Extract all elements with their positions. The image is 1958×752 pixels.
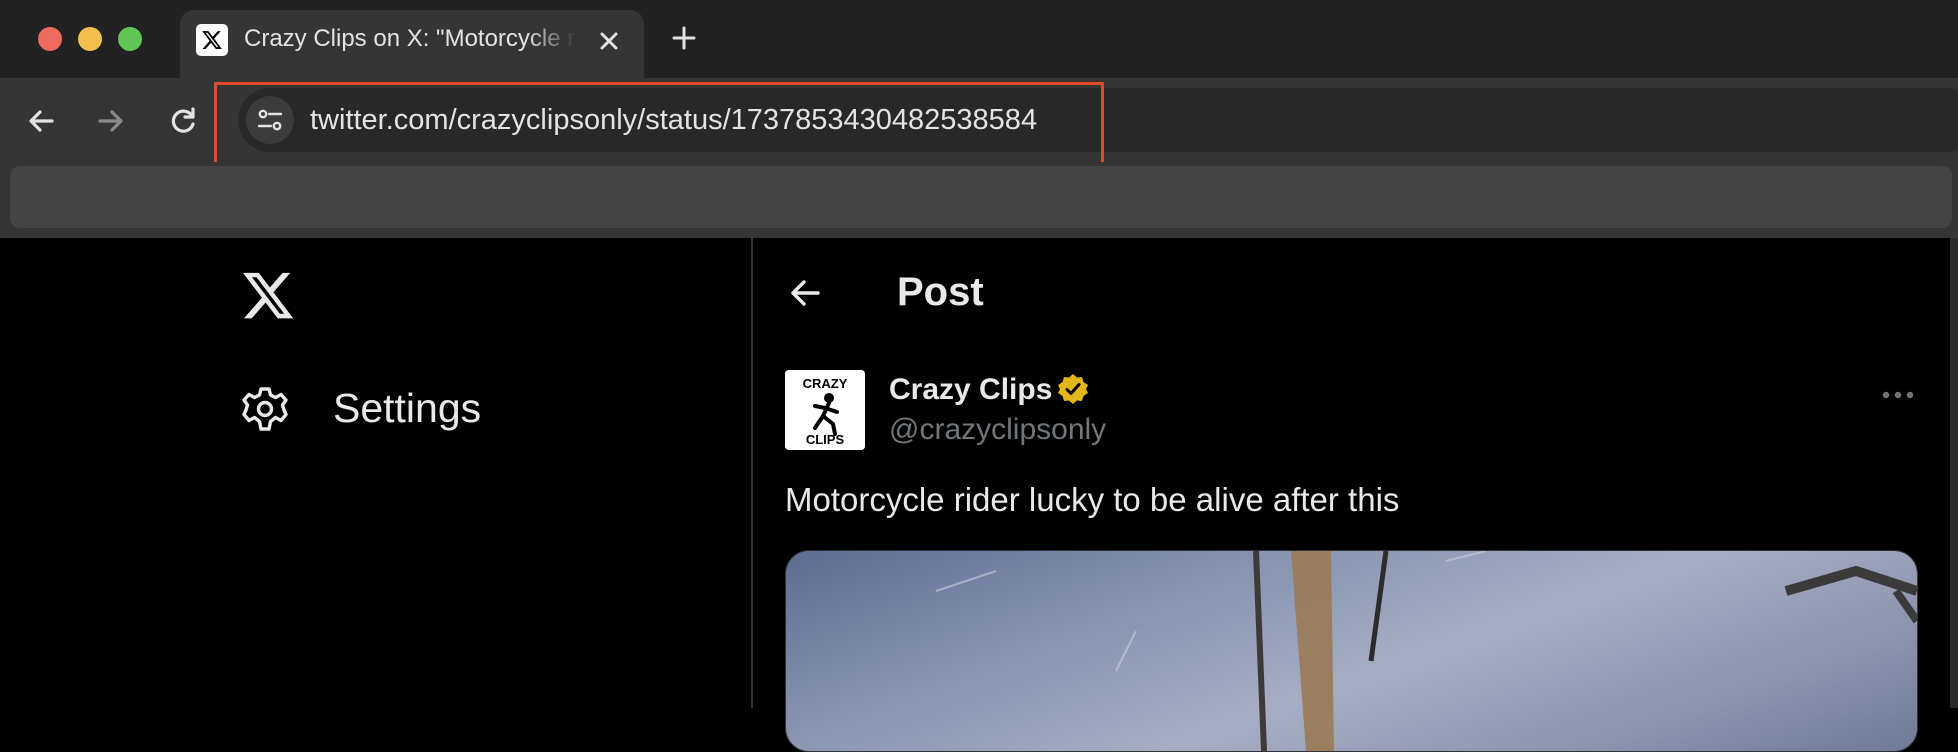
gear-icon[interactable]	[240, 384, 290, 434]
forward-arrow-icon[interactable]	[94, 104, 128, 138]
tab-title: Crazy Clips on X: "Motorcycle rider luck…	[244, 25, 576, 52]
browser-tab[interactable]: Crazy Clips on X: "Motorcycle rider luck…	[180, 10, 644, 78]
verified-badge-icon[interactable]	[1056, 372, 1090, 406]
more-options-icon[interactable]	[1880, 388, 1916, 402]
browser-tab-bar: Crazy Clips on X: "Motorcycle rider luck…	[0, 0, 1958, 78]
bookmarks-bar-area	[10, 166, 1952, 228]
window-close-button[interactable]	[38, 27, 62, 51]
page-content: Settings Post CRAZY CLIPS Crazy Clips @c…	[0, 238, 1958, 752]
sidebar-item-settings[interactable]: Settings	[333, 381, 481, 435]
tab-close-icon[interactable]	[594, 26, 624, 56]
window-maximize-button[interactable]	[118, 27, 142, 51]
post-video[interactable]	[785, 550, 1918, 752]
x-favicon-icon	[196, 24, 228, 56]
back-arrow-icon[interactable]	[784, 272, 826, 314]
avatar-text-bottom: CLIPS	[806, 432, 845, 447]
post-text: Motorcycle rider lucky to be alive after…	[785, 481, 1400, 518]
avatar[interactable]: CRAZY CLIPS	[785, 370, 865, 450]
reload-icon[interactable]	[166, 104, 200, 138]
page-title: Post	[897, 270, 984, 314]
address-bar-highlight	[214, 82, 1104, 170]
back-arrow-icon[interactable]	[24, 104, 58, 138]
author-handle[interactable]: @crazyclipsonly	[889, 410, 1106, 450]
window-minimize-button[interactable]	[78, 27, 102, 51]
avatar-text-top: CRAZY	[803, 376, 848, 391]
column-divider	[751, 238, 753, 708]
window-edge	[1950, 238, 1958, 708]
author-name[interactable]: Crazy Clips	[889, 370, 1052, 410]
new-tab-plus-icon[interactable]	[668, 22, 700, 54]
bookmarks-bar	[0, 162, 1958, 238]
x-logo-icon[interactable]	[240, 272, 296, 324]
